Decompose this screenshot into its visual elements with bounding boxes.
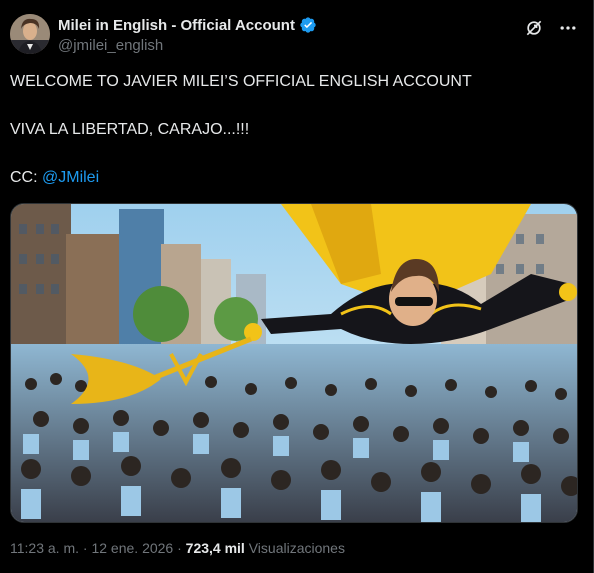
verified-badge-icon [300,17,316,33]
meta-separator: · [79,540,92,556]
cc-prefix: CC: [10,169,42,186]
grok-icon[interactable] [524,18,544,38]
tweet-image[interactable] [10,203,578,523]
meta-separator: · [173,540,186,556]
tweet-date[interactable]: 12 ene. 2026 [91,540,173,556]
tweet-time[interactable]: 11:23 a. m. [10,540,79,556]
mention-link[interactable]: @JMilei [42,169,99,186]
author-display-name[interactable]: Milei in English - Official Account [58,17,295,34]
tweet-line-welcome: WELCOME TO JAVIER MILEI’S OFFICIAL ENGLI… [10,73,472,90]
tweet-meta: 11:23 a. m. · 12 ene. 2026 · 723,4 mil V… [10,540,345,556]
views-label: Visualizaciones [244,540,345,556]
author-avatar[interactable] [10,14,50,54]
tweet-line-viva: VIVA LA LIBERTAD, CARAJO...!!! [10,121,250,138]
author-handle[interactable]: @jmilei_english [58,37,317,54]
tweet-line-cc: CC: @JMilei [10,168,99,188]
views-count: 723,4 mil [185,540,245,556]
more-options-icon[interactable] [558,18,578,38]
tweet-header: Milei in English - Official Account @jmi… [10,14,582,58]
